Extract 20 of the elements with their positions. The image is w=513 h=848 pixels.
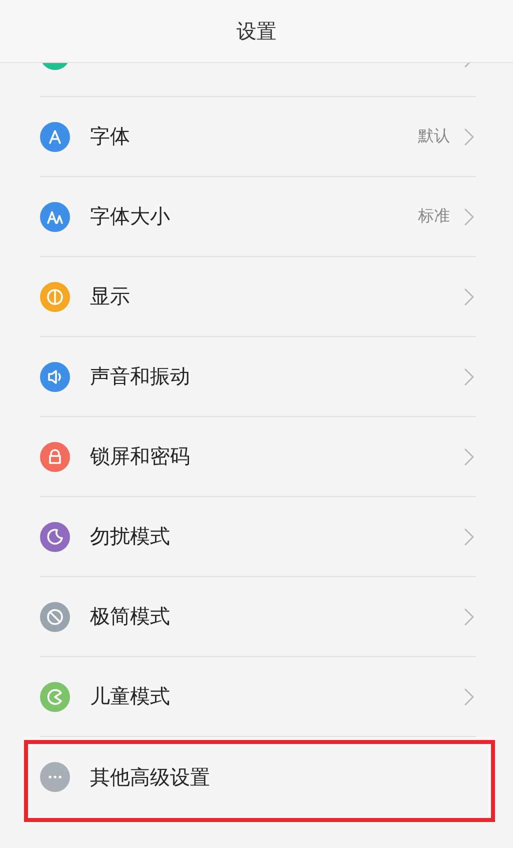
settings-item[interactable]: 字体大小 标准 bbox=[40, 177, 476, 257]
item-label: 锁屏和密码 bbox=[90, 443, 190, 470]
item-label: 字体大小 bbox=[90, 203, 170, 230]
page-title: 设置 bbox=[236, 18, 276, 44]
settings-item[interactable]: 字体 默认 bbox=[40, 97, 476, 177]
item-label: 声音和振动 bbox=[90, 363, 190, 390]
item-label: 勿扰模式 bbox=[90, 523, 170, 550]
item-label: 其他高级设置 bbox=[90, 764, 210, 790]
settings-item[interactable]: 极简模式 bbox=[40, 577, 476, 657]
item-label: 显示 bbox=[90, 283, 130, 310]
item-value: 标准 bbox=[418, 206, 450, 227]
item-value: 默认 bbox=[418, 126, 450, 147]
settings-item[interactable]: 显示 bbox=[40, 257, 476, 337]
item-label: 极简模式 bbox=[90, 603, 170, 630]
settings-item[interactable]: 勿扰模式 bbox=[40, 497, 476, 577]
settings-item[interactable]: 锁屏和密码 bbox=[40, 417, 476, 497]
settings-item[interactable]: 儿童模式 bbox=[40, 657, 476, 737]
item-label: 字体 bbox=[90, 123, 130, 150]
item-label: 儿童模式 bbox=[90, 683, 170, 710]
settings-item[interactable]: 声音和振动 bbox=[40, 337, 476, 417]
